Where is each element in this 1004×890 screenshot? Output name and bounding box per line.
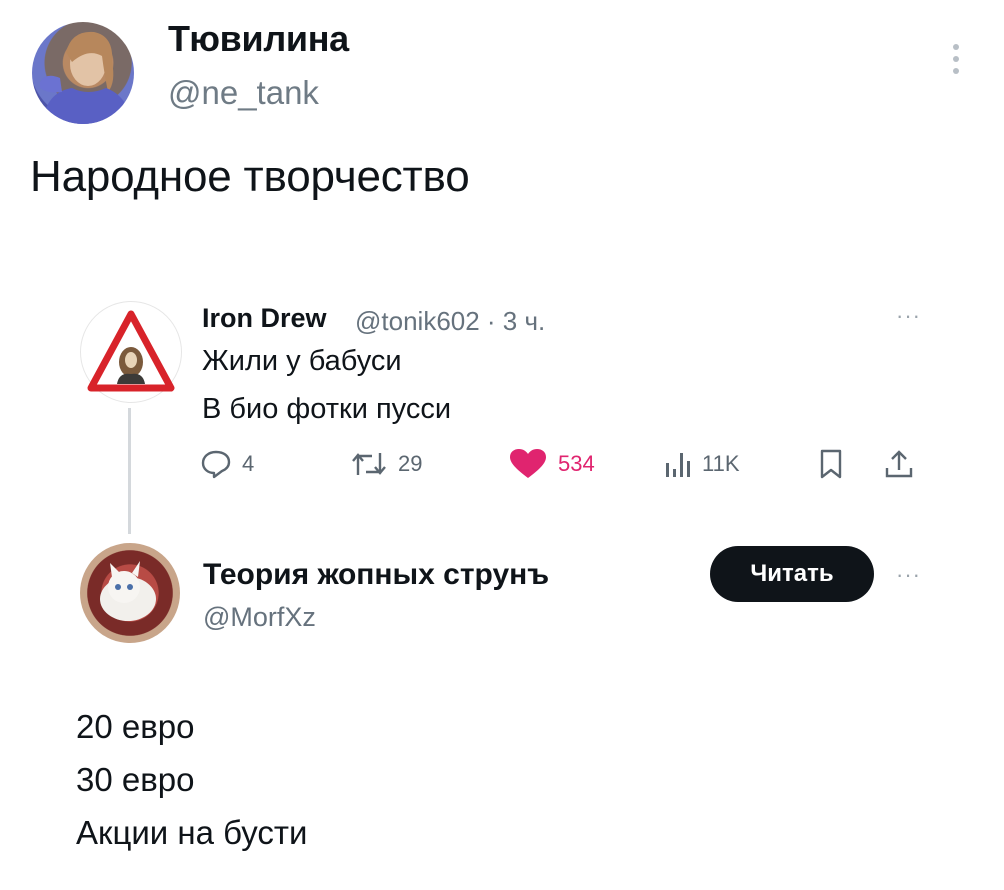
retweet-count: 29 [398,451,423,476]
quoted-text-line-1: Жили у бабуси [202,345,402,377]
quoted-author-name[interactable]: Iron Drew [202,303,327,334]
thread-connector [128,408,131,534]
reply-author-name[interactable]: Теория жопных струнъ [203,558,549,592]
reply-author-handle[interactable]: @MorfXz [203,602,316,633]
quoted-text-line-2: В био фотки пусси [202,393,452,425]
reply-more-icon[interactable]: ··· [896,562,921,588]
views-count: 11K [702,451,740,476]
bookmark-icon [820,449,842,479]
like-button[interactable]: 534 [508,447,595,481]
views-button[interactable]: 11K [664,447,740,481]
heart-icon [510,449,546,478]
bookmark-button[interactable] [818,447,844,481]
reply-text-line-1: 20 евро [76,708,195,745]
follow-button[interactable]: Читать [710,546,874,602]
reply-author-avatar[interactable] [80,543,180,643]
kebab-icon[interactable] [948,44,964,84]
warning-sign-avatar[interactable] [80,301,182,403]
retweet-icon [352,453,386,475]
reply-text-line-3: Акции на бусти [76,814,308,851]
quoted-more-icon[interactable]: ··· [896,303,921,329]
like-count: 534 [558,451,595,476]
author-avatar[interactable] [32,22,134,124]
reply-text-line-2: 30 евро [76,761,195,798]
share-button[interactable] [884,447,914,481]
tweet-text: Народное творчество [30,152,470,201]
reply-count: 4 [242,451,255,476]
author-name[interactable]: Тювилина [168,18,349,60]
share-icon [885,450,913,478]
views-icon [666,453,690,477]
quoted-author-meta: @tonik602 · 3 ч. [355,306,546,336]
retweet-button[interactable]: 29 [350,447,422,481]
reply-button[interactable]: 4 [200,447,254,481]
author-handle[interactable]: @ne_tank [168,74,319,112]
reply-icon [201,450,231,479]
